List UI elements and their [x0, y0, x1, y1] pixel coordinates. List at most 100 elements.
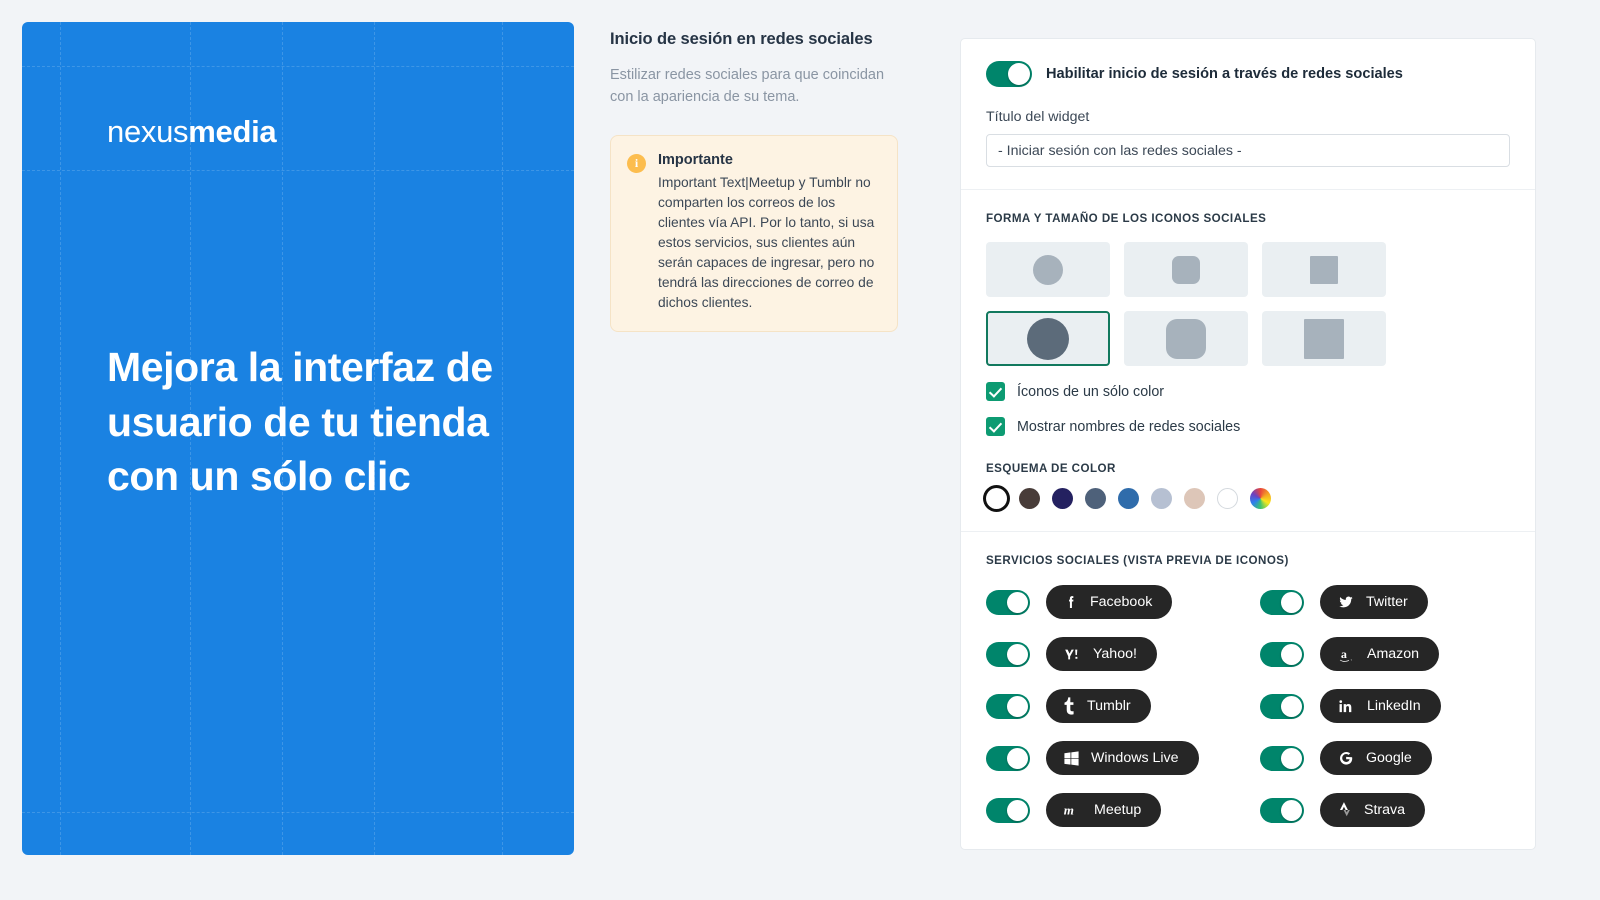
meetup-chip[interactable]: m Meetup — [1046, 793, 1162, 827]
shape-swatch-rounded-large — [1166, 318, 1206, 359]
linkedin-icon — [1339, 699, 1352, 712]
tumblr-chip[interactable]: Tumblr — [1046, 689, 1151, 723]
color-swatch-light-blue-gray[interactable] — [1151, 488, 1172, 509]
google-label: Google — [1366, 749, 1412, 766]
shape-tile-square-small[interactable] — [1262, 242, 1386, 297]
toggle-knob — [1007, 695, 1028, 717]
notice-text: Important Text|Meetup y Tumblr no compar… — [658, 174, 875, 310]
section-enable: Habilitar inicio de sesión a través de r… — [961, 39, 1535, 189]
page-subtitle: Estilizar redes sociales para que coinci… — [610, 67, 885, 105]
shape-tile-rounded-small[interactable] — [1124, 242, 1248, 297]
enable-social-login-toggle[interactable] — [986, 61, 1032, 87]
enable-social-login-label: Habilitar inicio de sesión a través de r… — [1046, 66, 1403, 82]
strava-icon — [1339, 802, 1350, 817]
color-swatch-steel-blue[interactable] — [1118, 488, 1139, 509]
meetup-toggle[interactable] — [986, 797, 1030, 823]
service-item-tumblr: Tumblr — [986, 689, 1236, 723]
tumblr-toggle[interactable] — [986, 693, 1030, 719]
meetup-icon: m — [1064, 803, 1074, 818]
facebook-chip[interactable]: Facebook — [1046, 585, 1173, 619]
page-title: Inicio de sesión en redes sociales — [610, 30, 873, 48]
color-swatch-white-selected[interactable] — [986, 488, 1007, 509]
service-item-amazon: a Amazon — [1260, 637, 1510, 671]
brand-logo: nexusmedia — [107, 114, 277, 150]
shape-tile-square-large[interactable] — [1262, 311, 1386, 366]
info-icon: i — [627, 153, 646, 173]
windows-live-chip[interactable]: Windows Live — [1046, 741, 1199, 775]
linkedin-label: LinkedIn — [1367, 697, 1421, 714]
linkedin-toggle[interactable] — [1260, 693, 1304, 719]
strava-toggle[interactable] — [1260, 797, 1304, 823]
twitter-toggle[interactable] — [1260, 589, 1304, 615]
color-scheme-heading: Esquema de color — [986, 462, 1116, 475]
google-chip[interactable]: Google — [1320, 741, 1432, 775]
shape-swatch-square-small — [1310, 255, 1338, 284]
theme-preview-panel: nexusmedia Mejora la interfaz de usuario… — [22, 22, 574, 855]
yahoo-toggle[interactable] — [986, 641, 1030, 667]
widget-title-input[interactable] — [986, 134, 1510, 167]
color-swatch-navy[interactable] — [1052, 488, 1073, 509]
service-item-facebook: Facebook — [986, 585, 1236, 619]
single-color-icons-label: Íconos de un sólo color — [1017, 383, 1165, 400]
toggle-knob — [1281, 747, 1302, 769]
windows-live-label: Windows Live — [1091, 749, 1179, 766]
important-notice: i Importante Important Text|Meetup y Tum… — [610, 134, 898, 332]
amazon-toggle[interactable] — [1260, 641, 1304, 667]
intro-column: Inicio de sesión en redes sociales Estil… — [610, 30, 910, 332]
service-item-twitter: Twitter — [1260, 585, 1510, 619]
service-item-windows-live: Windows Live — [986, 741, 1236, 775]
checkbox-row-show-names: Mostrar nombres de redes sociales — [986, 417, 1510, 436]
shape-swatch-circle-small — [1033, 254, 1063, 285]
yahoo-label: Yahoo! — [1093, 645, 1137, 662]
meetup-label: Meetup — [1094, 801, 1142, 818]
color-swatch-white[interactable] — [1217, 488, 1238, 509]
facebook-toggle[interactable] — [986, 589, 1030, 615]
svg-text:m: m — [1064, 803, 1074, 818]
toggle-knob — [1281, 643, 1302, 665]
brand-logo-bold: media — [188, 114, 277, 149]
color-swatch-dark-brown[interactable] — [1019, 488, 1040, 509]
brand-logo-thin: nexus — [107, 114, 189, 149]
show-network-names-checkbox[interactable] — [986, 417, 1005, 436]
svg-text:a: a — [1341, 647, 1347, 661]
twitter-icon — [1339, 596, 1353, 608]
preview-headline: Mejora la interfaz de usuario de tu tien… — [107, 344, 493, 500]
service-item-linkedin: LinkedIn — [1260, 689, 1510, 723]
color-swatch-beige[interactable] — [1184, 488, 1205, 509]
linkedin-chip[interactable]: LinkedIn — [1320, 689, 1441, 723]
service-item-yahoo: Yahoo! — [986, 637, 1236, 671]
social-login-settings-card: Habilitar inicio de sesión a través de r… — [960, 38, 1536, 850]
toggle-knob — [1007, 591, 1028, 613]
shape-swatch-square-large — [1304, 318, 1344, 359]
service-item-google: Google — [1260, 741, 1510, 775]
amazon-label: Amazon — [1367, 645, 1420, 662]
yahoo-icon — [1065, 649, 1078, 660]
color-swatch-slate-blue[interactable] — [1085, 488, 1106, 509]
yahoo-chip[interactable]: Yahoo! — [1046, 637, 1157, 671]
section-shape-size: Forma y tamaño de los iconos sociales — [961, 189, 1535, 531]
google-toggle[interactable] — [1260, 745, 1304, 771]
notice-title: Importante — [658, 151, 733, 168]
windows-live-icon — [1064, 750, 1079, 766]
notice-body: Importante Important Text|Meetup y Tumbl… — [658, 152, 881, 313]
windows-live-toggle[interactable] — [986, 745, 1030, 771]
toggle-knob — [1007, 799, 1028, 821]
google-icon — [1340, 752, 1353, 765]
tumblr-label: Tumblr — [1087, 697, 1131, 714]
enable-social-login-row: Habilitar inicio de sesión a través de r… — [986, 61, 1510, 87]
toggle-knob — [1281, 695, 1302, 717]
facebook-label: Facebook — [1090, 593, 1153, 610]
shape-tile-circle-large[interactable] — [986, 311, 1110, 366]
twitter-chip[interactable]: Twitter — [1320, 585, 1428, 619]
single-color-icons-checkbox[interactable] — [986, 382, 1005, 401]
widget-title-label: Título del widget — [986, 109, 1090, 125]
strava-chip[interactable]: Strava — [1320, 793, 1426, 827]
toggle-knob — [1008, 63, 1030, 85]
shape-tile-rounded-large[interactable] — [1124, 311, 1248, 366]
app-root: nexusmedia Mejora la interfaz de usuario… — [0, 0, 1600, 900]
services-section-heading: Servicios sociales (vista previa de icon… — [986, 554, 1289, 567]
shape-tile-circle-small[interactable] — [986, 242, 1110, 297]
facebook-icon — [1069, 596, 1074, 608]
color-swatch-custom-picker-icon[interactable] — [1250, 488, 1271, 509]
amazon-chip[interactable]: a Amazon — [1320, 637, 1440, 671]
